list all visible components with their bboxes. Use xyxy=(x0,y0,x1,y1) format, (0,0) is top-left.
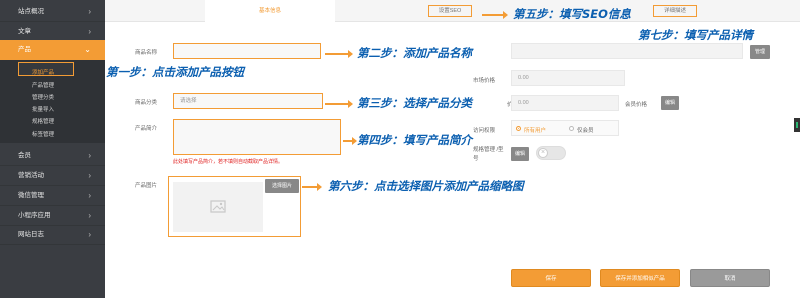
tab-seo[interactable]: 设置SEO xyxy=(410,0,490,22)
chevron-right-icon: › xyxy=(88,211,91,220)
cancel-button[interactable]: 取消 xyxy=(690,269,770,287)
nav-item-label: 微信管理 xyxy=(18,192,44,199)
annotation-step1: 第一步：点击添加产品按钮 xyxy=(106,65,244,79)
side-handle[interactable] xyxy=(794,118,800,132)
sub-item-product-manage[interactable]: 产品管理 xyxy=(32,81,54,89)
intro-hint: 此处填写产品简介，若不填则自动截取产品详情。 xyxy=(173,159,284,165)
intro-textarea[interactable] xyxy=(173,119,341,155)
nav-item-label: 营销活动 xyxy=(18,172,44,179)
spec-toggle[interactable]: × xyxy=(536,146,566,160)
product-submenu: 添加产品 产品管理 管理分类 批量导入 规格管理 标签管理 xyxy=(0,60,105,143)
sidebar: 站点概况 › 文章 › 产品 ⌄ 添加产品 产品管理 管理分类 批量导入 规格管… xyxy=(0,0,105,298)
extra-field-input[interactable] xyxy=(511,43,743,59)
arrow-step3 xyxy=(325,100,353,108)
nav-item-wechat[interactable]: 微信管理 › xyxy=(0,186,105,206)
market-price-label: 市场价格 xyxy=(473,78,496,84)
nav-item-members[interactable]: 会员 › xyxy=(0,146,105,166)
annotation-step4: 第四步：填写产品简介 xyxy=(357,133,472,147)
radio-members-only[interactable] xyxy=(569,126,574,131)
save-button[interactable]: 保存 xyxy=(511,269,591,287)
product-name-input[interactable] xyxy=(173,43,321,59)
nav-item-label: 站点概况 xyxy=(18,8,44,15)
chevron-right-icon: › xyxy=(88,230,91,239)
spec-edit-button[interactable]: 编辑 xyxy=(511,147,529,161)
spec-label: 规格管理 /型号 xyxy=(473,147,504,162)
annotation-step7: 第七步：填写产品详情 xyxy=(638,28,753,42)
nav-item-label: 产品 xyxy=(18,46,31,53)
tab-detail[interactable]: 详细描述 xyxy=(625,0,725,22)
nav-item-label: 文章 xyxy=(18,28,31,35)
nav-item-label: 会员 xyxy=(18,152,31,159)
arrow-step5 xyxy=(482,11,508,19)
tab-label: 基本信息 xyxy=(258,8,281,14)
tab-bar: 基本信息 设置SEO 详细描述 xyxy=(105,0,800,22)
chevron-right-icon: › xyxy=(88,151,91,160)
sub-item-add-product[interactable]: 添加产品 xyxy=(32,68,54,76)
nav-item-label: 网站日志 xyxy=(18,231,44,238)
nav-item-articles[interactable]: 文章 › xyxy=(0,22,105,42)
arrow-step2 xyxy=(325,50,353,58)
radio-all-users[interactable] xyxy=(516,126,521,131)
chevron-down-icon: ⌄ xyxy=(84,45,91,54)
tab-label: 设置SEO xyxy=(427,5,473,17)
market-price-input[interactable]: 0.00 xyxy=(511,70,625,86)
save-and-add-similar-button[interactable]: 保存并添加相似产品 xyxy=(600,269,680,287)
image-placeholder xyxy=(173,182,263,232)
nav-item-products[interactable]: 产品 ⌄ xyxy=(0,40,105,60)
nav-item-miniapp[interactable]: 小程序应用 › xyxy=(0,206,105,226)
manage-button[interactable]: 管理 xyxy=(750,45,770,59)
annotation-step6: 第六步：点击选择图片添加产品缩略图 xyxy=(328,179,524,193)
annotation-step2: 第二步：添加产品名称 xyxy=(357,46,472,60)
nav-item-label: 小程序应用 xyxy=(18,212,51,219)
name-label: 商品名称 xyxy=(135,50,158,56)
radio-all-users-label: 所有用户 xyxy=(524,128,547,134)
sub-item-category-manage[interactable]: 管理分类 xyxy=(32,93,54,101)
close-icon: × xyxy=(538,148,548,158)
annotation-step5: 第五步：填写SEO信息 xyxy=(513,7,631,21)
intro-label: 产品简介 xyxy=(135,126,158,132)
image-upload-area[interactable]: 选择图片 xyxy=(168,176,301,237)
arrow-step6 xyxy=(302,183,322,191)
annotation-step3: 第三步：选择产品分类 xyxy=(357,96,472,110)
nav-item-site-log[interactable]: 网站日志 › xyxy=(0,225,105,245)
member-price-label: 会员价格 xyxy=(625,102,648,108)
choose-image-button[interactable]: 选择图片 xyxy=(265,179,299,193)
sub-item-tag-manage[interactable]: 标签管理 xyxy=(32,130,54,138)
category-select[interactable]: 请选择 xyxy=(173,93,323,109)
price-input[interactable]: 0.00 xyxy=(511,95,619,111)
nav-item-marketing[interactable]: 营销活动 › xyxy=(0,166,105,186)
category-label: 商品分类 xyxy=(135,100,158,106)
radio-members-only-label: 仅会员 xyxy=(577,128,594,134)
access-label: 访问权限 xyxy=(473,128,496,134)
chevron-right-icon: › xyxy=(88,191,91,200)
image-placeholder-icon xyxy=(210,200,226,213)
tab-label: 详细描述 xyxy=(652,5,697,17)
chevron-right-icon: › xyxy=(88,27,91,36)
sub-item-spec-manage[interactable]: 规格管理 xyxy=(32,117,54,125)
sub-item-batch-import[interactable]: 批量导入 xyxy=(32,105,54,113)
nav-item-overview[interactable]: 站点概况 › xyxy=(0,2,105,22)
arrow-step4 xyxy=(343,137,357,145)
chevron-right-icon: › xyxy=(88,7,91,16)
chevron-right-icon: › xyxy=(88,171,91,180)
member-price-edit-button[interactable]: 编辑 xyxy=(661,96,679,110)
image-label: 产品图片 xyxy=(135,183,158,189)
tab-basic-info[interactable]: 基本信息 xyxy=(205,0,335,22)
